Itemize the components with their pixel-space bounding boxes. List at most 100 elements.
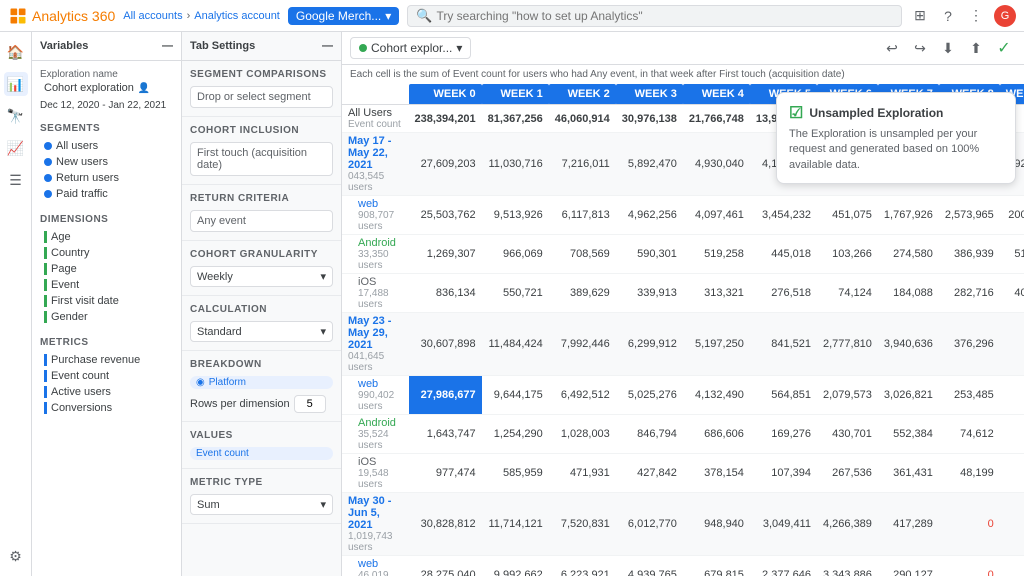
metric-bar bbox=[44, 354, 47, 366]
dimension-age[interactable]: Age bbox=[40, 229, 173, 245]
metric-active-users[interactable]: Active users bbox=[40, 384, 173, 400]
row-label: web 908,707 users bbox=[342, 196, 409, 235]
metric-type-select[interactable]: Sum ▾ bbox=[190, 494, 333, 515]
metric-conversions[interactable]: Conversions bbox=[40, 400, 173, 416]
account-icon[interactable]: G bbox=[994, 5, 1016, 27]
metrics-title: METRICS bbox=[40, 337, 173, 348]
calculation-select[interactable]: Standard ▾ bbox=[190, 321, 333, 342]
cell-week0: 1,643,747 bbox=[409, 415, 482, 454]
download-icon[interactable]: ⬇ bbox=[936, 36, 960, 60]
nav-advertising-icon[interactable]: 📈 bbox=[4, 136, 28, 160]
topbar-icons: ⊞ ? ⋮ G bbox=[910, 5, 1016, 27]
cell-week1: 9,992,662 bbox=[482, 556, 549, 576]
cell-week1: 1,254,290 bbox=[482, 415, 549, 454]
cell-week4: 686,606 bbox=[683, 415, 750, 454]
undo-icon[interactable]: ↩ bbox=[880, 36, 904, 60]
cell-week0: 25,503,762 bbox=[409, 196, 482, 235]
cell-week6: 4,266,389 bbox=[817, 493, 878, 556]
cohort-inclusion-field[interactable]: First touch (acquisition date) bbox=[190, 142, 333, 176]
data-area: Cohort explor... ▾ ↩ ↪ ⬇ ⬆ ✓ ☑ Unsampled… bbox=[342, 32, 1024, 576]
nav-reports-icon[interactable]: 📊 bbox=[4, 72, 28, 96]
return-criteria-field[interactable]: Any event bbox=[190, 210, 333, 232]
segments-section: SEGMENTS All users New users Return user… bbox=[32, 117, 181, 208]
data-toolbar: Cohort explor... ▾ ↩ ↪ ⬇ ⬆ ✓ bbox=[342, 32, 1024, 65]
breakdown-title: BREAKDOWN bbox=[190, 359, 333, 370]
cell-week6: 430,701 bbox=[817, 415, 878, 454]
cohort-selector[interactable]: Cohort explor... ▾ bbox=[350, 37, 471, 59]
cell-week3: 6,012,770 bbox=[616, 493, 683, 556]
segment-all-users[interactable]: All users bbox=[40, 138, 173, 154]
table-row-cohort-header: May 30 - Jun 5, 2021 1,019,743 users 30,… bbox=[342, 493, 1024, 556]
dimension-gender[interactable]: Gender bbox=[40, 309, 173, 325]
cell-week0: 27,609,203 bbox=[409, 133, 482, 196]
cell-week5: 107,394 bbox=[750, 454, 817, 493]
cohort-dot bbox=[359, 44, 367, 52]
segment-dot bbox=[44, 190, 52, 198]
dimension-country[interactable]: Country bbox=[40, 245, 173, 261]
nav-home-icon[interactable]: 🏠 bbox=[4, 40, 28, 64]
cell-week7: 361,431 bbox=[878, 454, 939, 493]
cell-week2: 389,629 bbox=[549, 274, 616, 313]
cell-week2: 7,992,446 bbox=[549, 313, 616, 376]
values-chip[interactable]: Event count bbox=[190, 447, 333, 460]
search-input[interactable] bbox=[436, 9, 893, 23]
account-name: Google Merch... bbox=[296, 9, 381, 23]
tab-settings-header: Tab Settings — bbox=[182, 32, 341, 61]
calculation-section: CALCULATION Standard ▾ bbox=[182, 296, 341, 351]
more-icon[interactable]: ⋮ bbox=[966, 6, 986, 26]
dimension-first-visit[interactable]: First visit date bbox=[40, 293, 173, 309]
cell-week0: 1,269,307 bbox=[409, 235, 482, 274]
cell-week5: 2,377,646 bbox=[750, 556, 817, 576]
redo-icon[interactable]: ↪ bbox=[908, 36, 932, 60]
unsampled-icon: ☑ bbox=[789, 103, 803, 123]
granularity-select[interactable]: Weekly ▾ bbox=[190, 266, 333, 287]
exploration-name-label: Exploration name bbox=[40, 69, 173, 80]
dimensions-section: DIMENSIONS Age Country Page Event First … bbox=[32, 208, 181, 331]
cell-week3: 5,892,470 bbox=[616, 133, 683, 196]
dimension-event[interactable]: Event bbox=[40, 277, 173, 293]
cell-week1: 550,721 bbox=[482, 274, 549, 313]
nav-explore-icon[interactable]: 🔭 bbox=[4, 104, 28, 128]
cell-week5: 564,851 bbox=[750, 376, 817, 415]
cell-week7: 1,767,926 bbox=[878, 196, 939, 235]
apps-icon[interactable]: ⊞ bbox=[910, 6, 930, 26]
cohort-inclusion-section: COHORT INCLUSION First touch (acquisitio… bbox=[182, 117, 341, 185]
rows-input[interactable] bbox=[294, 395, 326, 413]
account-selector[interactable]: Google Merch... ▾ bbox=[288, 7, 399, 25]
cell-week1: 9,644,175 bbox=[482, 376, 549, 415]
cell-week3: 30,976,138 bbox=[616, 105, 683, 133]
share-icon[interactable]: ⬆ bbox=[964, 36, 988, 60]
tab-settings-close-icon[interactable]: — bbox=[322, 40, 333, 52]
segment-dot bbox=[44, 158, 52, 166]
search-bar[interactable]: 🔍 bbox=[407, 5, 902, 27]
sidebar-collapse-icon[interactable]: — bbox=[162, 40, 173, 52]
cell-week3: 590,301 bbox=[616, 235, 683, 274]
metric-event-count[interactable]: Event count bbox=[40, 368, 173, 384]
nav-settings-icon[interactable]: ⚙ bbox=[4, 544, 28, 568]
nav-configure-icon[interactable]: ☰ bbox=[4, 168, 28, 192]
breakdown-chip[interactable]: ◉ Platform bbox=[190, 376, 333, 389]
col-week2: WEEK 2 bbox=[549, 84, 616, 105]
col-week0: WEEK 0 bbox=[409, 84, 482, 105]
cell-week9: 0 bbox=[1000, 376, 1024, 415]
tab-settings-panel: Tab Settings — SEGMENT COMPARISONS Drop … bbox=[182, 32, 342, 576]
exploration-name-value[interactable]: Cohort exploration 👤 bbox=[40, 80, 173, 96]
dimension-page[interactable]: Page bbox=[40, 261, 173, 277]
cohort-inclusion-title: COHORT INCLUSION bbox=[190, 125, 333, 136]
cell-week8: 48,199 bbox=[939, 454, 1000, 493]
done-icon[interactable]: ✓ bbox=[992, 36, 1016, 60]
cell-week2: 708,569 bbox=[549, 235, 616, 274]
breadcrumb-analytics[interactable]: Analytics account bbox=[194, 10, 280, 22]
breadcrumb-all-accounts[interactable]: All accounts bbox=[123, 10, 182, 22]
row-label: Android 35,524 users bbox=[342, 415, 409, 454]
cell-week6: 451,075 bbox=[817, 196, 878, 235]
cell-week4: 21,766,748 bbox=[683, 105, 750, 133]
metric-bar bbox=[44, 402, 47, 414]
cell-week1: 966,069 bbox=[482, 235, 549, 274]
segment-drop-field[interactable]: Drop or select segment bbox=[190, 86, 333, 108]
segment-new-users[interactable]: New users bbox=[40, 154, 173, 170]
metric-purchase[interactable]: Purchase revenue bbox=[40, 352, 173, 368]
help-icon[interactable]: ? bbox=[938, 6, 958, 26]
segment-paid-traffic[interactable]: Paid traffic bbox=[40, 186, 173, 202]
segment-return-users[interactable]: Return users bbox=[40, 170, 173, 186]
